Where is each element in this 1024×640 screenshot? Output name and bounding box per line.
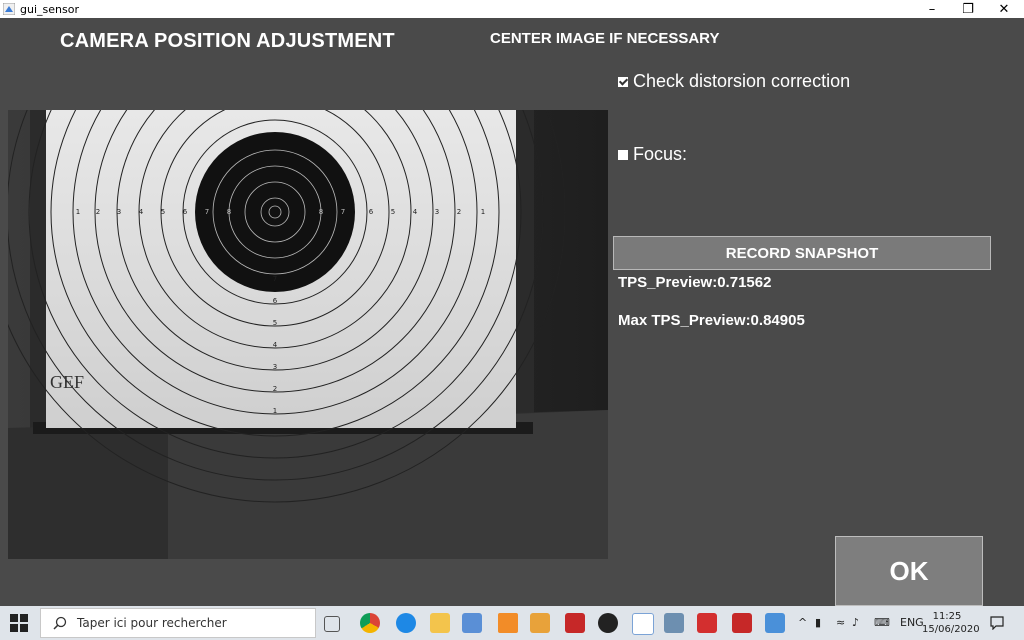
ok-button[interactable]: OK xyxy=(835,536,983,606)
taskbar: Taper ici pour rechercher ^ ▮ ≈ ♪ ⌨ ENG … xyxy=(0,606,1024,640)
app-window: CAMERA POSITION ADJUSTMENT CENTER IMAGE … xyxy=(0,18,1024,606)
notification-icon[interactable] xyxy=(990,616,1004,630)
target-label: 3 xyxy=(273,363,277,371)
taskbar-search-input[interactable]: Taper ici pour rechercher xyxy=(40,608,316,638)
target-label: 1 xyxy=(76,208,80,216)
distortion-checkbox-row[interactable]: Check distorsion correction xyxy=(618,71,850,92)
distortion-checkbox[interactable] xyxy=(618,76,628,87)
title-bar: gui_sensor – ❐ ✕ xyxy=(0,0,1024,18)
clock-time: 11:25 xyxy=(932,611,962,622)
store-icon[interactable] xyxy=(462,613,482,633)
distortion-label: Check distorsion correction xyxy=(633,71,851,91)
page-title: CAMERA POSITION ADJUSTMENT xyxy=(60,30,395,52)
language-indicator[interactable]: ENG xyxy=(900,616,924,629)
page-subtitle: CENTER IMAGE IF NECESSARY xyxy=(490,30,720,47)
target-label: 8 xyxy=(319,208,323,216)
minimize-button[interactable]: – xyxy=(914,0,950,18)
edge-icon[interactable] xyxy=(396,613,416,633)
app-icon[interactable] xyxy=(565,613,585,633)
vlc-icon[interactable] xyxy=(498,613,518,633)
target-label: 1 xyxy=(481,208,485,216)
close-button[interactable]: ✕ xyxy=(986,0,1022,18)
target-label: 7 xyxy=(205,208,209,216)
target-label: 8 xyxy=(227,208,231,216)
clock[interactable]: 11:25 15/06/2020 xyxy=(922,610,980,636)
target-label: 2 xyxy=(273,385,277,393)
battery-icon[interactable]: ▮ xyxy=(815,616,821,629)
keyboard-icon[interactable]: ⌨ xyxy=(874,616,890,629)
record-snapshot-button[interactable]: RECORD SNAPSHOT xyxy=(613,236,991,270)
restore-button[interactable]: ❐ xyxy=(950,0,986,18)
chrome-icon[interactable] xyxy=(360,613,380,633)
app-icon[interactable] xyxy=(632,613,654,635)
wifi-icon[interactable]: ≈ xyxy=(836,616,845,629)
target-label: 5 xyxy=(161,208,165,216)
focus-label: Focus: xyxy=(633,144,688,164)
app-icon xyxy=(3,3,15,15)
target-label: 5 xyxy=(273,319,277,327)
target-label: 7 xyxy=(341,208,345,216)
target-label: 6 xyxy=(369,208,374,216)
file-explorer-icon[interactable] xyxy=(430,613,450,633)
target-label: 5 xyxy=(391,208,395,216)
app-icon[interactable] xyxy=(697,613,717,633)
task-view-icon[interactable] xyxy=(324,616,340,632)
acrobat-icon[interactable] xyxy=(732,613,752,633)
app-icon[interactable] xyxy=(664,613,684,633)
tps-preview-value: TPS_Preview:0.71562 xyxy=(618,274,772,291)
windows-start-icon[interactable] xyxy=(10,614,28,632)
focus-checkbox[interactable] xyxy=(618,149,628,160)
target-label: 4 xyxy=(139,208,144,216)
media-player-icon[interactable] xyxy=(530,613,550,633)
window-title: gui_sensor xyxy=(20,3,79,16)
target-label: 4 xyxy=(273,341,278,349)
search-placeholder: Taper ici pour rechercher xyxy=(77,616,227,630)
target-label: 2 xyxy=(96,208,100,216)
search-icon xyxy=(53,616,67,630)
target-label: 1 xyxy=(273,407,277,415)
chevron-up-icon[interactable]: ^ xyxy=(798,616,807,629)
target-label: 3 xyxy=(435,208,439,216)
app-icon[interactable] xyxy=(765,613,785,633)
camera-preview: 1 2 3 4 5 6 7 8 8 7 6 5 4 3 2 1 1 2 3 4 xyxy=(8,110,608,559)
clock-date: 15/06/2020 xyxy=(922,624,980,635)
target-label: 2 xyxy=(457,208,461,216)
target-label: 4 xyxy=(413,208,418,216)
app-icon[interactable] xyxy=(598,613,618,633)
volume-icon[interactable]: ♪ xyxy=(852,616,859,629)
target-label: 6 xyxy=(183,208,188,216)
target-label: 6 xyxy=(273,297,278,305)
target-label: 3 xyxy=(117,208,121,216)
target-image: 1 2 3 4 5 6 7 8 8 7 6 5 4 3 2 1 1 2 3 4 xyxy=(8,110,608,559)
focus-checkbox-row[interactable]: Focus: xyxy=(618,144,687,165)
target-label: 7 xyxy=(273,275,277,283)
target-brand: GEF xyxy=(50,372,84,392)
max-tps-preview-value: Max TPS_Preview:0.84905 xyxy=(618,312,805,329)
